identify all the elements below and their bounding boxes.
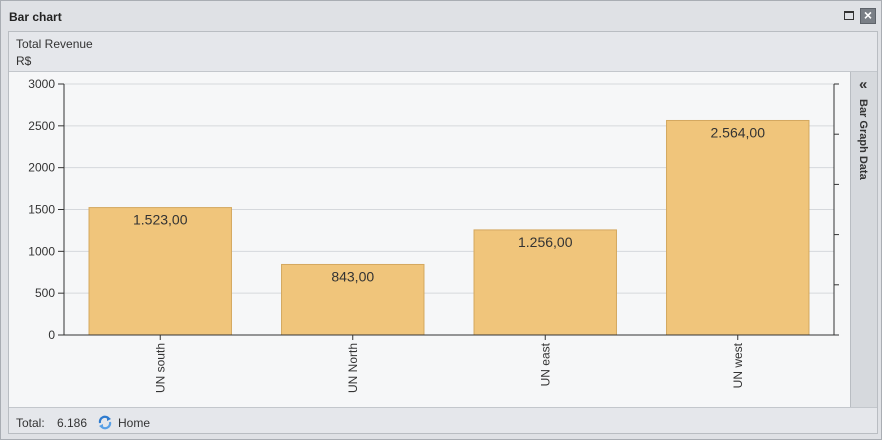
chart-unit: R$ — [16, 54, 32, 68]
bar — [666, 119, 810, 336]
chart-window: Bar chart × Total Revenue R$ 0 500 1000 150… — [0, 0, 882, 440]
side-panel-label: Bar Graph Data — [857, 99, 869, 180]
y-tick-label: 1000 — [28, 244, 55, 258]
y-tick-label: 3000 — [28, 77, 55, 91]
x-tick-label: UN south — [153, 343, 167, 393]
total-label: Total: — [16, 416, 45, 430]
home-refresh-icon — [98, 415, 112, 430]
chart-panel: Total Revenue R$ 0 500 1000 1500 2000 2500 300… — [8, 31, 878, 434]
x-tick-label: UN North — [346, 343, 360, 393]
data-label: 843,00 — [331, 268, 374, 284]
x-tick-label: UN east — [538, 342, 552, 386]
data-label: 2.564,00 — [711, 124, 766, 140]
title-bar: Bar chart × — [1, 1, 881, 31]
y-tick-label: 0 — [48, 328, 55, 342]
bar-chart: 0 500 1000 1500 2000 2500 3000 1.523,00 UN south… — [28, 77, 839, 393]
chart-area: 0 500 1000 1500 2000 2500 3000 1.523,00 UN south… — [9, 72, 850, 407]
y-tick-label: 500 — [35, 286, 55, 300]
collapse-arrow-icon: « — [859, 76, 868, 93]
chart-title: Total Revenue — [16, 37, 93, 51]
y-tick-label: 2500 — [28, 119, 55, 133]
data-label: 1.523,00 — [133, 212, 188, 228]
y-tick-label: 1500 — [28, 203, 55, 217]
close-icon[interactable]: × — [860, 8, 876, 24]
chart-header: Total Revenue R$ — [9, 32, 877, 72]
window-title: Bar chart — [9, 10, 62, 24]
data-label: 1.256,00 — [518, 234, 573, 250]
maximize-icon[interactable] — [844, 11, 854, 20]
x-tick-label: UN west — [731, 342, 745, 388]
bar-graph-data-toggle[interactable]: « Bar Graph Data — [850, 72, 877, 407]
total-value: 6.186 — [57, 416, 88, 430]
chart-footer: Total: 6.186 Home — [9, 407, 877, 433]
y-tick-label: 2000 — [28, 161, 55, 175]
home-label: Home — [118, 416, 151, 430]
